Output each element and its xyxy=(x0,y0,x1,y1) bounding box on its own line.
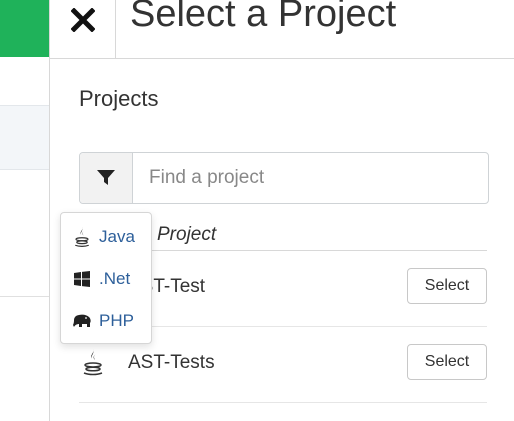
filter-icon xyxy=(97,170,115,185)
column-header-project: Project xyxy=(157,224,217,245)
java-icon xyxy=(83,349,103,376)
background-selected-row xyxy=(0,105,49,170)
section-title: Projects xyxy=(79,86,159,111)
panel-title: Select a Project xyxy=(130,0,397,35)
panel-header: Select a Project xyxy=(50,0,514,59)
filter-option-label: Java xyxy=(99,227,135,246)
select-button[interactable]: Select xyxy=(407,344,487,380)
filter-option-label: .Net xyxy=(99,269,131,288)
select-button[interactable]: Select xyxy=(407,268,487,304)
search-input[interactable] xyxy=(133,153,489,203)
close-icon xyxy=(71,8,95,32)
project-name: AST-Tests xyxy=(128,352,215,373)
filter-option-java[interactable]: Java xyxy=(61,217,151,257)
background-divider xyxy=(0,296,49,297)
filter-option-label: PHP xyxy=(99,311,134,330)
java-icon xyxy=(75,227,89,247)
filter-button[interactable] xyxy=(80,153,133,203)
filter-option-net[interactable]: .Net xyxy=(61,259,151,299)
filter-dropdown: Java .Net PHP xyxy=(60,212,152,344)
close-button[interactable] xyxy=(66,0,100,40)
filter-option-php[interactable]: PHP xyxy=(61,301,151,341)
search-group xyxy=(79,152,489,204)
background-green-header xyxy=(0,0,49,57)
windows-icon xyxy=(74,271,90,287)
php-elephant-icon xyxy=(73,314,91,327)
select-project-panel: Select a Project Projects Project AST-Te… xyxy=(49,0,514,421)
header-divider xyxy=(115,0,116,58)
